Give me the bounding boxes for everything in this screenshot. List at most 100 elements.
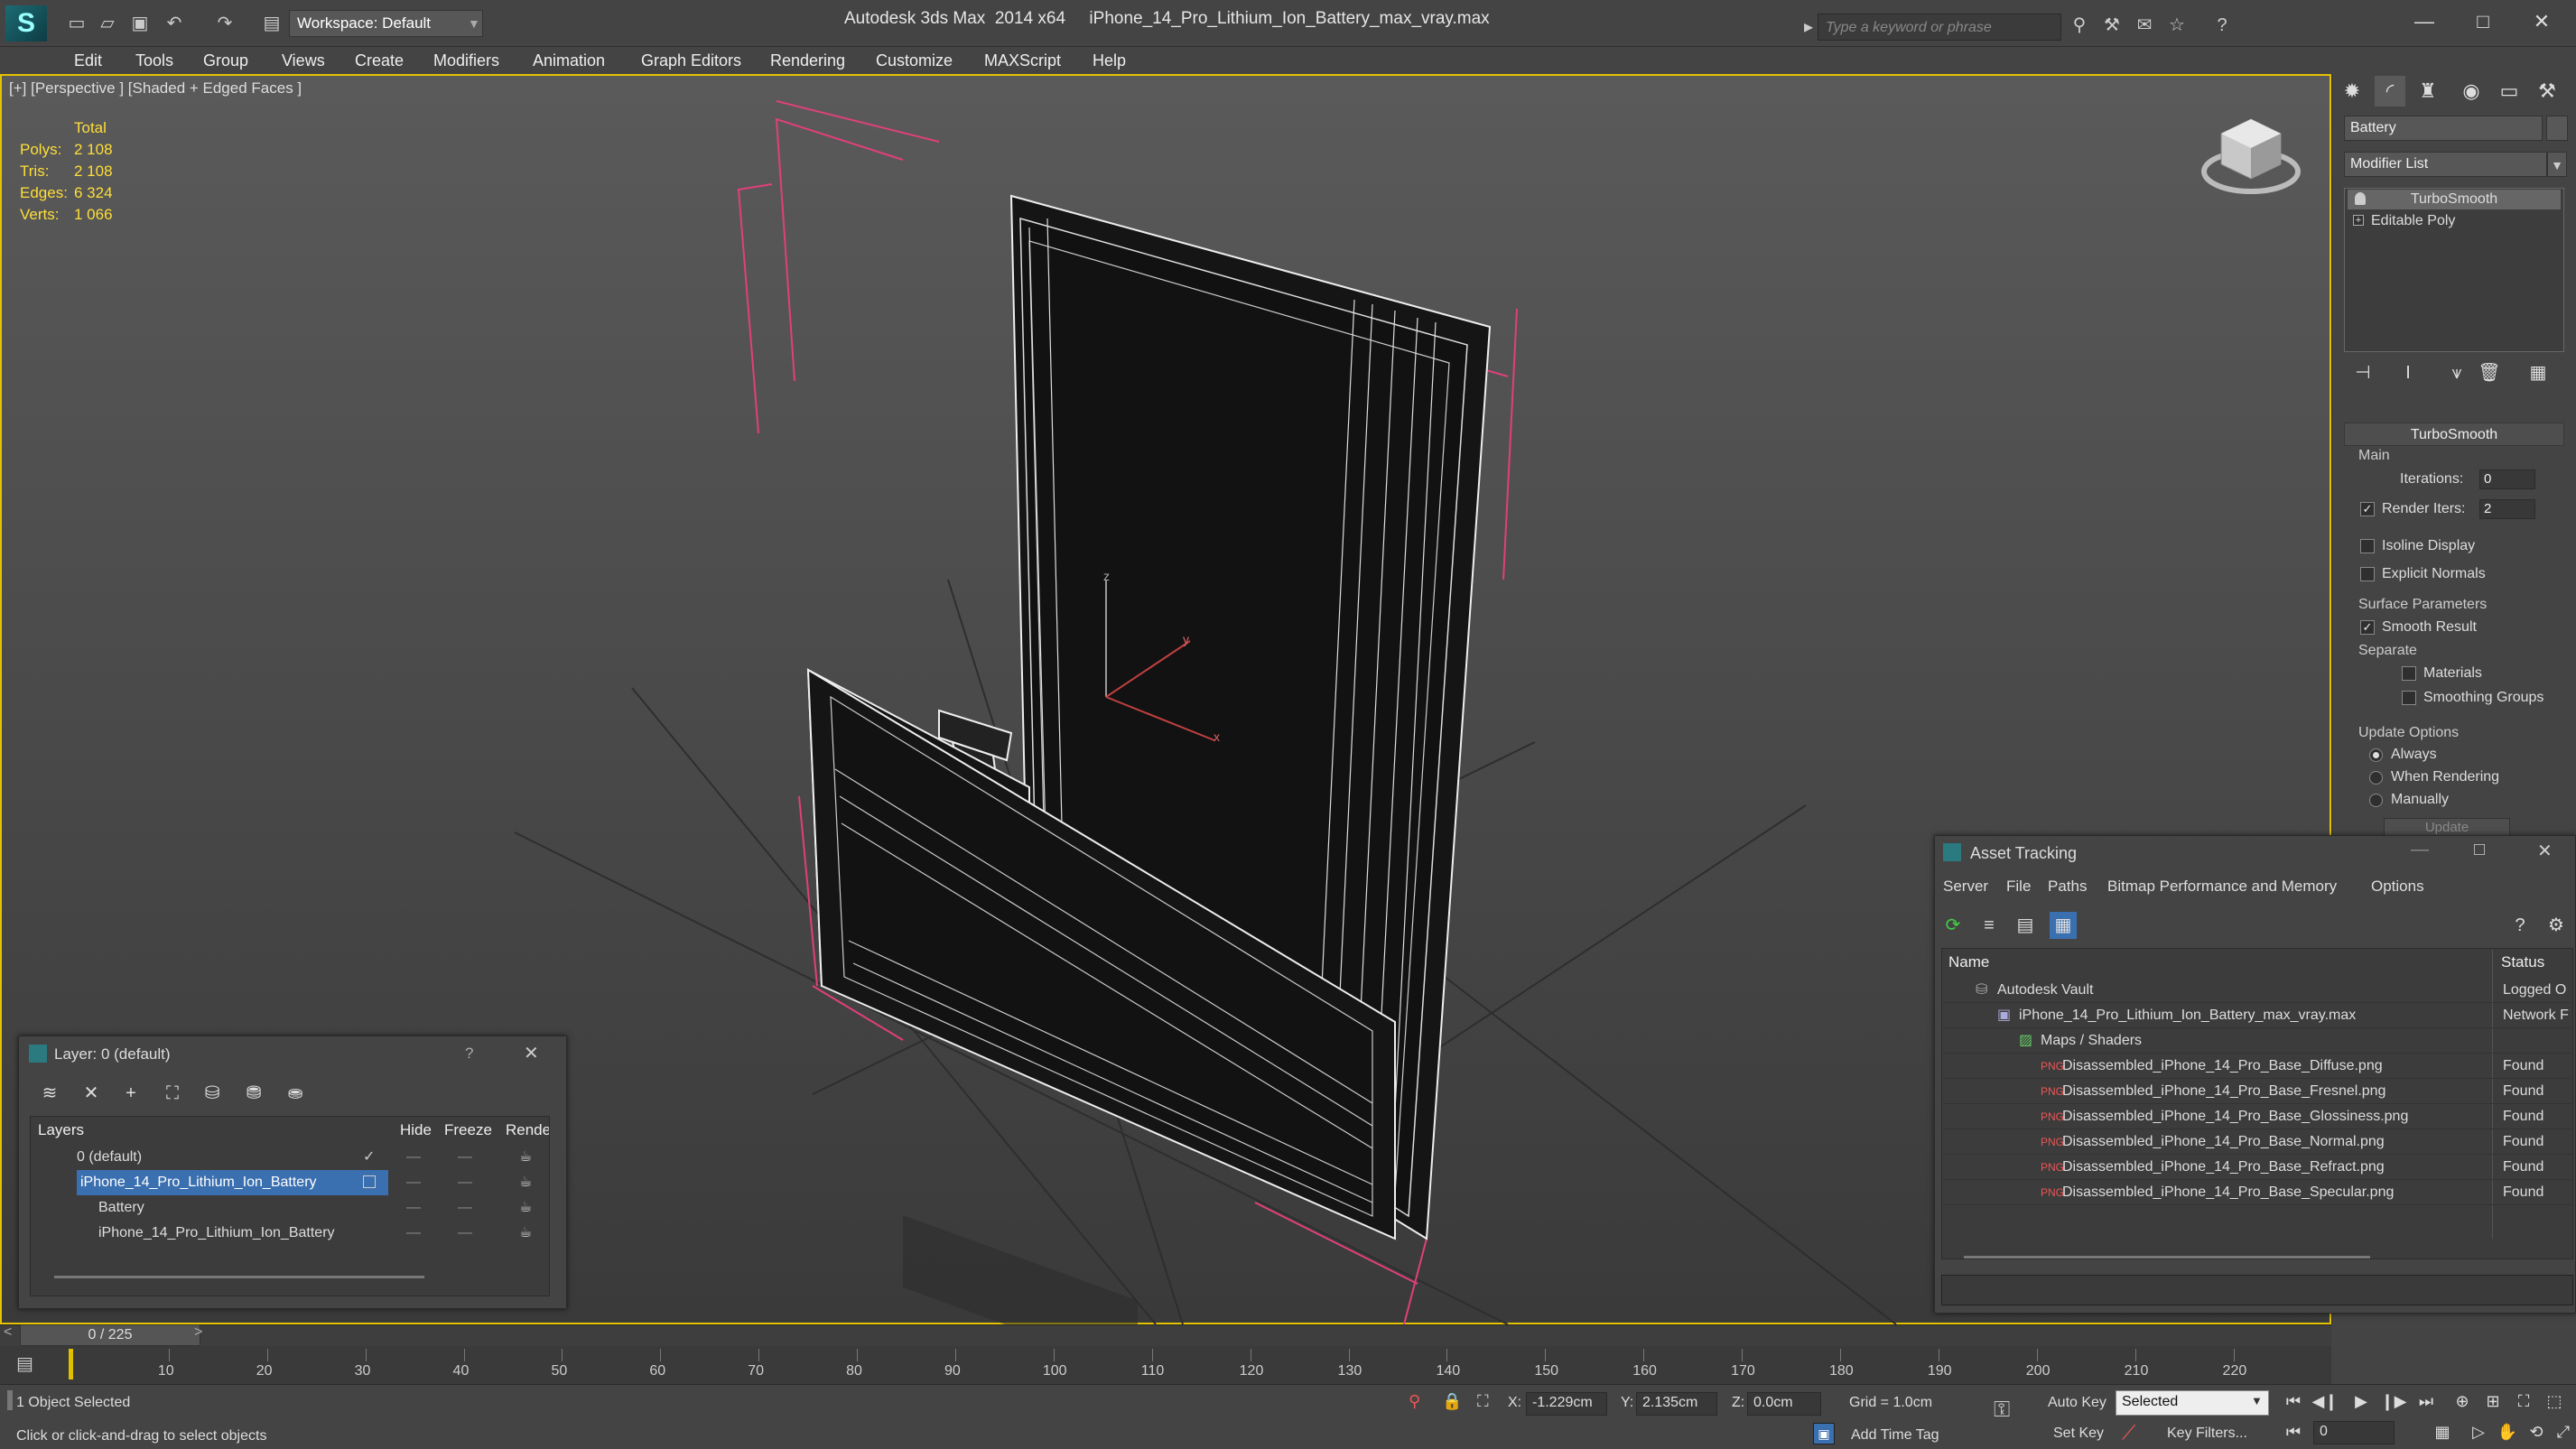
time-configuration-icon[interactable]: ▦ [2429,1419,2456,1444]
col-name[interactable]: Name [1948,950,1989,975]
maximize-icon[interactable]: □ [2460,5,2506,38]
maxscript-listener-handle[interactable] [7,1390,13,1410]
make-unique-icon[interactable]: ⩛ [2443,359,2470,386]
show-end-result-icon[interactable]: I [2395,359,2422,386]
current-frame-field[interactable]: 0 [2313,1421,2395,1444]
layers-icon[interactable]: ≋ [36,1080,63,1107]
project-folder-icon[interactable]: ▤ [260,13,284,34]
menu-tools[interactable]: Tools [135,47,173,74]
iterations-spinner[interactable]: 0 [2479,469,2535,489]
search-input[interactable]: Type a keyword or phrase [1818,14,2061,41]
col-layers[interactable]: Layers [38,1118,84,1143]
menu-animation[interactable]: Animation [533,47,605,74]
col-hide[interactable]: Hide [400,1118,432,1143]
undo-icon[interactable]: ↶ [163,13,186,34]
key-icon[interactable]: ⚿ [1994,1398,2010,1423]
maximize-viewport-icon[interactable]: ⤢ [2550,1419,2576,1444]
configure-modifier-sets-icon[interactable]: ▦ [2525,359,2552,386]
field-of-view-icon[interactable]: ▷ [2465,1419,2492,1444]
go-to-start-icon[interactable]: ⏮ [2280,1389,2307,1414]
remove-modifier-icon[interactable]: 🗑 [2476,359,2503,386]
key-mode-icon[interactable]: ⏮ [2280,1419,2307,1444]
z-coordinate-field[interactable]: 0.0cm [1747,1392,1821,1416]
materials-checkbox[interactable] [2402,666,2416,681]
freeze-toggle[interactable]: — [458,1221,472,1246]
open-file-icon[interactable]: ▱ [96,13,119,34]
communication-icon[interactable]: ✉ [2133,14,2156,36]
help-icon[interactable]: ? [2210,14,2234,36]
pan-icon[interactable]: ✋ [2494,1419,2521,1444]
stack-item-turbosmooth[interactable]: TurboSmooth [2348,190,2561,209]
help-icon[interactable]: ? [2506,912,2534,939]
hierarchy-tab-icon[interactable]: ♜ [2413,76,2443,107]
auto-key-button[interactable]: Auto Key [2048,1395,2106,1411]
asset-row[interactable]: PNG Disassembled_iPhone_14_Pro_Base_Spec… [1943,1180,2571,1205]
layer-row[interactable]: iPhone_14_Pro_Lithium_Ion_Battery — — ☕ [32,1221,548,1246]
minimize-icon[interactable]: — [2402,5,2447,38]
hide-toggle[interactable]: — [406,1221,421,1246]
table-view-icon[interactable]: ▦ [2050,912,2077,939]
utilities-tab-icon[interactable]: ⚒ [2532,76,2562,107]
key-filters-button[interactable]: Key Filters... [2167,1426,2247,1442]
thumbnail-view-icon[interactable]: ▤ [2012,912,2039,939]
asset-row[interactable]: ▣ iPhone_14_Pro_Lithium_Ion_Battery_max_… [1943,1003,2571,1028]
refresh-icon[interactable]: ⟳ [1939,912,1967,939]
display-tab-icon[interactable]: ▭ [2494,76,2525,107]
layer-row[interactable]: 0 (default) ✓ — — ☕ [32,1145,548,1170]
zoom-icon[interactable]: ⊕ [2449,1389,2476,1414]
zoom-all-icon[interactable]: ⊞ [2479,1389,2506,1414]
render-teapot-icon[interactable]: ☕ [519,1145,532,1170]
modify-tab-icon[interactable]: ◜ [2375,76,2405,107]
time-tag-icon[interactable]: ▣ [1813,1423,1835,1444]
minimize-icon[interactable]: — [2411,840,2429,860]
menu-edit[interactable]: Edit [74,47,102,74]
isoline-display-checkbox[interactable] [2360,539,2375,553]
col-freeze[interactable]: Freeze [444,1118,492,1143]
viewcube-icon[interactable] [2201,108,2301,208]
time-slider[interactable] [0,1324,2331,1346]
render-teapot-icon[interactable]: ☕ [519,1170,532,1195]
y-coordinate-field[interactable]: 2.135cm [1636,1392,1717,1416]
lock-selection-icon[interactable]: 🔒 [1442,1392,1462,1411]
maximize-icon[interactable]: □ [2474,840,2485,860]
horizontal-scrollbar[interactable] [1964,1256,2370,1259]
when-rendering-radio[interactable] [2369,771,2383,785]
redo-icon[interactable]: ↷ [213,13,237,34]
select-objects-icon[interactable]: ⛶ [159,1080,186,1107]
asset-row[interactable]: PNG Disassembled_iPhone_14_Pro_Base_Refr… [1943,1155,2571,1180]
col-render[interactable]: Rende [506,1118,549,1143]
previous-frame-icon[interactable]: ◀❙ [2311,1389,2339,1414]
set-key-button[interactable]: Set Key [2053,1426,2104,1442]
asset-row[interactable]: ⛁ Autodesk Vault Logged O [1943,978,2571,1003]
add-time-tag[interactable]: Add Time Tag [1851,1427,1939,1444]
mini-curve-editor-icon[interactable]: ▤ [16,1352,33,1375]
orbit-icon[interactable]: ⟲ [2523,1419,2550,1444]
horizontal-scrollbar[interactable] [54,1276,424,1278]
list-view-icon[interactable]: ≡ [1976,912,2003,939]
viewport-label[interactable]: [+] [Perspective ] [Shaded + Edged Faces… [9,79,302,98]
close-icon[interactable]: ✕ [2537,840,2553,862]
smooth-result-checkbox[interactable]: ✓ [2360,620,2375,635]
render-teapot-icon[interactable]: ☕ [519,1221,532,1246]
object-color-swatch[interactable] [2546,116,2568,141]
new-file-icon[interactable]: ▭ [65,13,88,34]
freeze-toggle[interactable]: — [458,1145,472,1170]
menu-server[interactable]: Server [1943,878,1988,896]
render-iters-spinner[interactable]: 2 [2479,499,2535,519]
menu-help[interactable]: Help [1093,47,1126,74]
menu-modifiers[interactable]: Modifiers [433,47,499,74]
layer-row[interactable]: Battery — — ☕ [32,1195,548,1221]
zoom-extents-icon[interactable]: ⛶ [2510,1389,2537,1414]
next-frame-icon[interactable]: > [194,1324,202,1341]
set-key-slash-icon[interactable]: ⟋ [2122,1421,2135,1444]
asset-row[interactable]: PNG Disassembled_iPhone_14_Pro_Base_Fres… [1943,1079,2571,1104]
chevron-down-icon[interactable]: ▼ [2547,152,2567,177]
zoom-extents-all-icon[interactable]: ⬚ [2541,1389,2568,1414]
expand-plus-icon[interactable]: + [2353,215,2364,226]
absolute-mode-icon[interactable]: ⛶ [1477,1392,1489,1411]
app-logo-icon[interactable]: S [5,5,47,42]
freeze-all-icon[interactable]: ⛂ [282,1080,309,1107]
play-icon[interactable]: ▶ [2348,1389,2375,1414]
chevron-down-icon[interactable]: ▼ [2251,1394,2263,1407]
asset-row[interactable]: PNG Disassembled_iPhone_14_Pro_Base_Norm… [1943,1129,2571,1155]
